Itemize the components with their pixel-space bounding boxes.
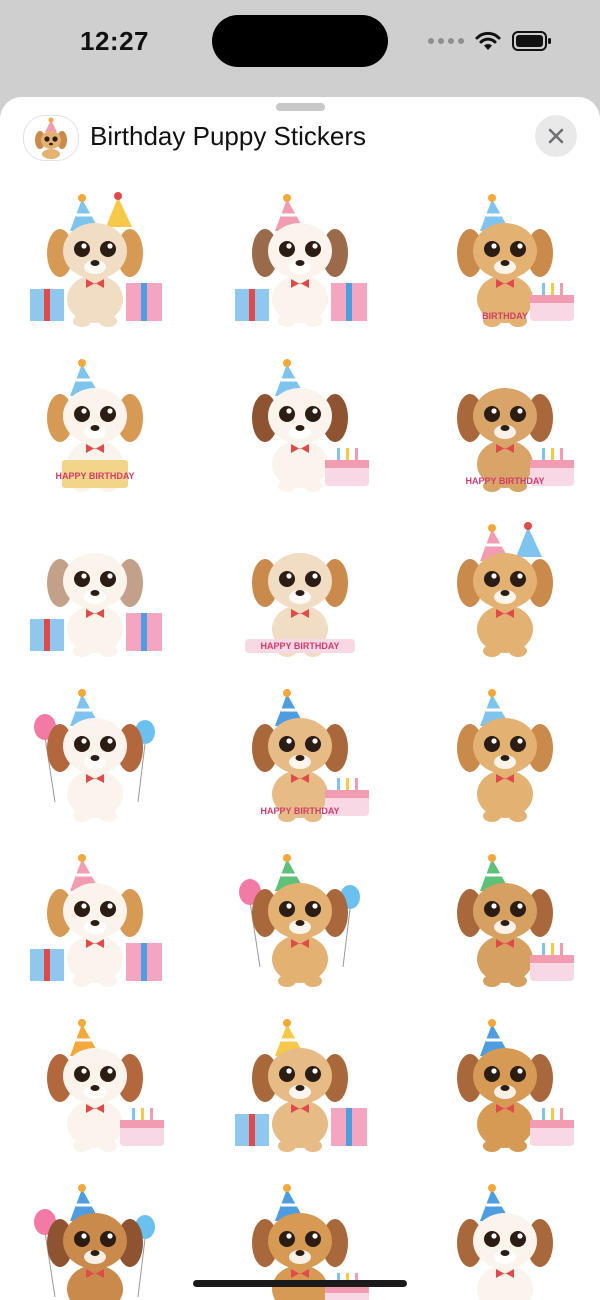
puppy-sticker-icon bbox=[457, 522, 553, 657]
puppy-app-icon bbox=[23, 115, 79, 161]
puppy-sticker-icon bbox=[457, 1184, 553, 1300]
sticker-caption: HAPPY BIRTHDAY bbox=[55, 471, 134, 481]
puppy-sticker-icon bbox=[457, 689, 553, 822]
sticker-item[interactable] bbox=[430, 517, 580, 662]
puppy-sticker-icon bbox=[47, 1019, 164, 1152]
sheet-grabber[interactable] bbox=[276, 103, 325, 111]
puppy-sticker-icon bbox=[34, 689, 155, 822]
puppy-sticker-icon: HAPPY BIRTHDAY bbox=[252, 689, 369, 822]
puppy-sticker-icon bbox=[239, 854, 360, 987]
sticker-item[interactable]: HAPPY BIRTHDAY bbox=[430, 352, 580, 497]
close-button[interactable] bbox=[535, 115, 577, 157]
puppy-sticker-icon: HAPPY BIRTHDAY bbox=[457, 388, 574, 492]
sticker-item[interactable] bbox=[20, 1012, 170, 1157]
puppy-sticker-icon bbox=[30, 192, 162, 327]
sticker-item[interactable] bbox=[430, 847, 580, 992]
status-bar: 12:27 bbox=[0, 0, 600, 90]
sticker-item[interactable]: HAPPY BIRTHDAY bbox=[225, 682, 375, 827]
sticker-item[interactable] bbox=[225, 187, 375, 332]
puppy-sticker-icon: HAPPY BIRTHDAY bbox=[245, 553, 355, 657]
sticker-item[interactable] bbox=[225, 847, 375, 992]
puppy-sticker-icon bbox=[457, 854, 574, 987]
home-indicator bbox=[193, 1280, 407, 1287]
sticker-sheet: Birthday Puppy Stickers BIRTHDAY HAPPY BI… bbox=[0, 97, 600, 1300]
puppy-sticker-icon: HAPPY BIRTHDAY bbox=[47, 359, 143, 492]
wifi-icon bbox=[475, 31, 501, 50]
sheet-title: Birthday Puppy Stickers bbox=[90, 121, 367, 151]
close-icon bbox=[548, 128, 564, 144]
sticker-item[interactable] bbox=[225, 1012, 375, 1157]
dynamic-island bbox=[212, 15, 388, 67]
puppy-sticker-icon bbox=[30, 854, 162, 987]
puppy-sticker-icon bbox=[457, 1019, 574, 1152]
puppy-sticker-icon bbox=[235, 194, 367, 327]
sticker-item[interactable] bbox=[20, 517, 170, 662]
sheet-header: Birthday Puppy Stickers bbox=[0, 111, 600, 167]
battery-icon bbox=[512, 31, 551, 51]
puppy-sticker-icon bbox=[34, 1184, 155, 1300]
sticker-item[interactable] bbox=[20, 682, 170, 827]
sticker-item[interactable] bbox=[430, 682, 580, 827]
sticker-item[interactable] bbox=[20, 847, 170, 992]
signal-dots-icon bbox=[428, 38, 464, 44]
sticker-item[interactable] bbox=[20, 187, 170, 332]
sticker-item[interactable]: HAPPY BIRTHDAY bbox=[20, 352, 170, 497]
status-time: 12:27 bbox=[80, 26, 149, 56]
puppy-sticker-icon bbox=[235, 1019, 367, 1152]
sticker-caption: HAPPY BIRTHDAY bbox=[260, 641, 339, 651]
sticker-item[interactable]: BIRTHDAY bbox=[430, 187, 580, 332]
puppy-sticker-icon bbox=[252, 359, 369, 492]
puppy-sticker-icon bbox=[30, 553, 162, 657]
sticker-item[interactable] bbox=[20, 1177, 170, 1300]
sticker-caption: HAPPY BIRTHDAY bbox=[260, 806, 339, 816]
sticker-item[interactable] bbox=[430, 1012, 580, 1157]
sticker-caption: HAPPY BIRTHDAY bbox=[465, 476, 544, 486]
sticker-caption: BIRTHDAY bbox=[482, 311, 528, 321]
sticker-item[interactable]: HAPPY BIRTHDAY bbox=[225, 517, 375, 662]
sticker-item[interactable] bbox=[225, 352, 375, 497]
puppy-sticker-icon: BIRTHDAY bbox=[457, 194, 574, 327]
sticker-item[interactable] bbox=[430, 1177, 580, 1300]
status-icons bbox=[428, 28, 552, 54]
